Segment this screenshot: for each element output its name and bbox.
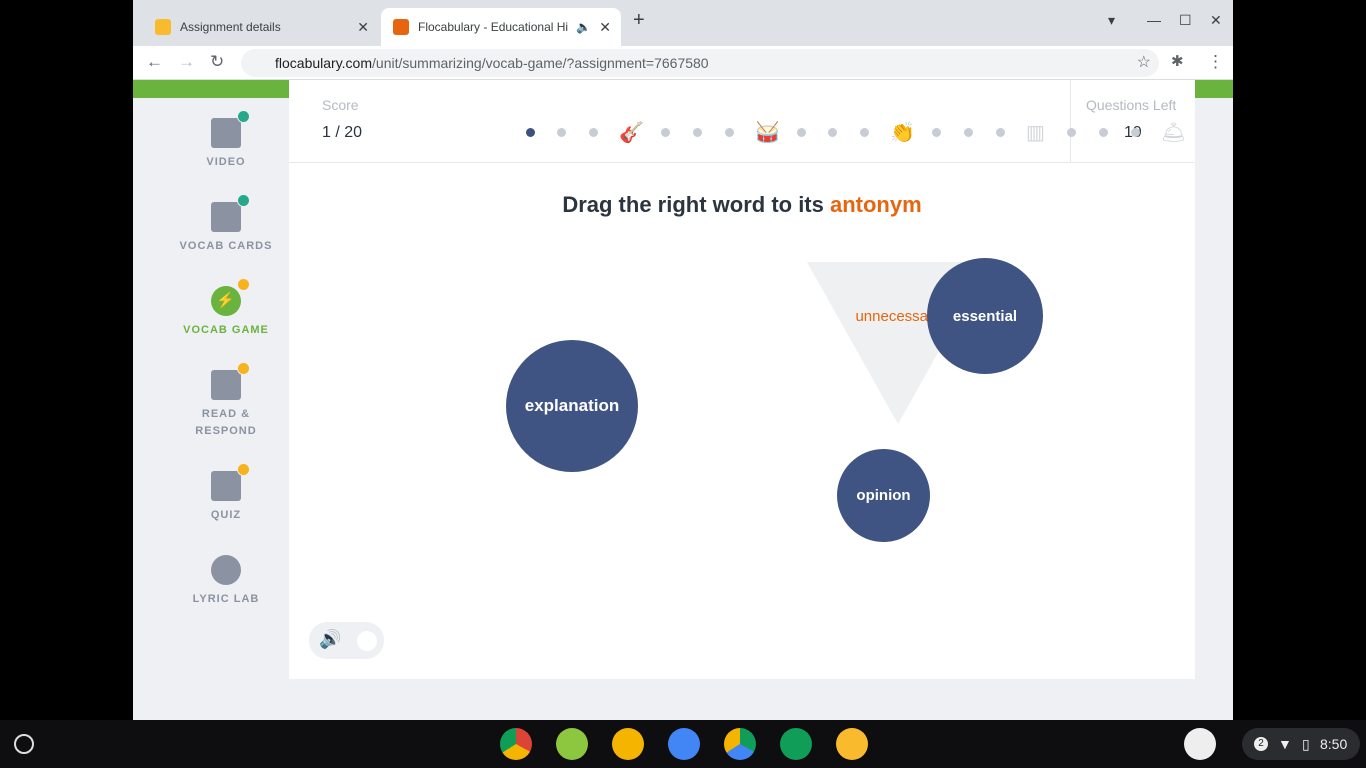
progress-dot [693, 128, 702, 137]
speaker-icon: 🔊 [319, 629, 342, 649]
extensions-icon[interactable]: ✱ [1171, 52, 1184, 70]
new-tab-button[interactable]: + [633, 9, 645, 32]
system-tray[interactable]: 2 ▼ ▯ 8:50 [1242, 728, 1360, 760]
pending-badge-icon [237, 362, 250, 375]
docs-app-icon[interactable] [668, 728, 700, 760]
sidebar-item-label: VOCAB CARDS [179, 240, 273, 252]
sidebar-item-label: VIDEO [206, 156, 246, 168]
progress-dot [1067, 128, 1076, 137]
notification-count: 2 [1254, 737, 1268, 751]
guitar-icon: 🎸 [619, 122, 644, 144]
flocabulary-favicon-icon [393, 19, 409, 35]
phone-hub-icon[interactable] [1184, 728, 1216, 760]
url-domain: flocabulary.com [275, 55, 373, 71]
sidebar: VIDEO VOCAB CARDS ⚡ VOCAB GAME READ & RES… [133, 98, 289, 720]
reload-button[interactable]: ↻ [210, 52, 224, 72]
progress-dot [526, 128, 535, 137]
vocab-cards-icon [211, 194, 250, 232]
battery-icon: ▯ [1302, 736, 1310, 752]
sidebar-item-label: VOCAB GAME [183, 324, 269, 336]
quiz-icon [211, 463, 250, 501]
equalizer-icon: ▥ [1026, 122, 1045, 144]
progress-dot [1131, 128, 1140, 137]
bookmark-star-icon[interactable]: ☆ [1137, 49, 1151, 77]
minimize-button[interactable]: — [1147, 12, 1161, 28]
check-badge-icon [237, 194, 250, 207]
close-tab-icon[interactable]: ✕ [599, 19, 611, 36]
video-icon [211, 110, 250, 148]
progress-dot [557, 128, 566, 137]
sidebar-item-label: QUIZ [210, 509, 242, 521]
sidebar-item-label: READ & RESPOND [195, 408, 257, 437]
word-bubble-opinion[interactable]: opinion [837, 449, 930, 542]
tab-flocabulary[interactable]: Flocabulary - Educational Hi 🔈 ✕ [381, 8, 621, 46]
url-path: /unit/summarizing/vocab-game/?assignment… [372, 55, 709, 71]
progress-dot [828, 128, 837, 137]
questions-left-label: Questions Left [1086, 97, 1177, 113]
score-header: Score 1 / 20 Questions Left 19 🎸🥁👏▥🛎 [289, 80, 1195, 163]
word-bubble-essential[interactable]: essential [927, 258, 1043, 374]
browser-window: Assignment details ✕ Flocabulary - Educa… [133, 0, 1233, 720]
progress-dot [860, 128, 869, 137]
browser-toolbar: ← → ↻ flocabulary.com/unit/summarizing/v… [133, 46, 1233, 80]
prompt-highlight: antonym [829, 192, 922, 217]
slides-app-icon[interactable] [612, 728, 644, 760]
lightning-icon: ⚡ [211, 278, 250, 316]
drive-app-icon[interactable] [724, 728, 756, 760]
tab-title: Flocabulary - Educational Hi [418, 20, 569, 34]
progress-dot [932, 128, 941, 137]
pending-badge-icon [237, 463, 250, 476]
progress-dot [964, 128, 973, 137]
maximize-button[interactable]: ☐ [1179, 12, 1192, 29]
score-value: 1 / 20 [322, 124, 363, 141]
menu-icon[interactable]: ⋮ [1207, 52, 1224, 72]
tab-assignment-details[interactable]: Assignment details ✕ [143, 8, 379, 46]
close-tab-icon[interactable]: ✕ [357, 19, 369, 36]
check-badge-icon [237, 110, 250, 123]
back-button[interactable]: ← [146, 52, 163, 72]
prompt-text: Drag the right word to its [562, 192, 830, 217]
clock: 8:50 [1320, 736, 1348, 752]
sidebar-item-label: LYRIC LAB [192, 593, 260, 605]
cymbal-icon: 🛎 [1161, 122, 1187, 144]
launcher-button[interactable] [14, 734, 34, 754]
book-icon [211, 362, 250, 400]
tab-title: Assignment details [180, 20, 281, 34]
progress-dot [725, 128, 734, 137]
lyric-lab-icon [211, 555, 241, 585]
progress-dot [661, 128, 670, 137]
progress-dot [797, 128, 806, 137]
drum-icon: 🥁 [755, 122, 780, 144]
score-label: Score [322, 97, 359, 113]
close-window-button[interactable]: ✕ [1210, 12, 1222, 29]
game-panel: Score 1 / 20 Questions Left 19 🎸🥁👏▥🛎 Dra… [289, 80, 1195, 679]
ixl-app-icon[interactable] [556, 728, 588, 760]
address-bar[interactable]: flocabulary.com/unit/summarizing/vocab-g… [241, 49, 1159, 77]
pending-badge-icon [237, 278, 250, 291]
tab-bar: Assignment details ✕ Flocabulary - Educa… [133, 0, 1233, 46]
sheets-app-icon[interactable] [780, 728, 812, 760]
classroom-favicon-icon [155, 19, 171, 35]
progress-dot [996, 128, 1005, 137]
classroom-app-icon[interactable] [836, 728, 868, 760]
game-prompt: Drag the right word to its antonym [289, 192, 1195, 218]
divider [1070, 80, 1071, 163]
chrome-app-icon[interactable] [500, 728, 532, 760]
forward-button[interactable]: → [178, 52, 195, 72]
clap-icon: 👏 [890, 122, 915, 144]
progress-dot [1099, 128, 1108, 137]
tab-search-icon[interactable]: ▾ [1108, 12, 1115, 29]
wifi-icon: ▼ [1278, 736, 1292, 752]
word-bubble-explanation[interactable]: explanation [506, 340, 638, 472]
toggle-knob[interactable] [357, 631, 377, 651]
audio-playing-icon[interactable]: 🔈 [576, 20, 591, 34]
sound-toggle[interactable]: 🔊 [309, 622, 384, 659]
progress-dot [589, 128, 598, 137]
